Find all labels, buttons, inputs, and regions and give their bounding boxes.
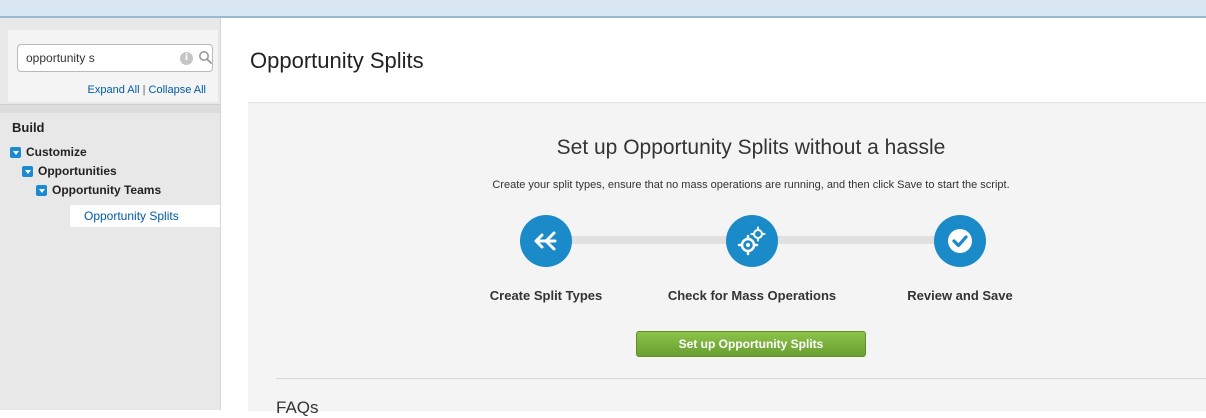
clear-search-icon[interactable]: i: [180, 52, 193, 65]
page-title: Opportunity Splits: [250, 48, 424, 73]
tree-item-customize[interactable]: Customize: [10, 145, 87, 159]
build-section-heading: Build: [12, 120, 45, 135]
panel-divider: [276, 378, 1206, 379]
quick-find-box[interactable]: i: [17, 44, 213, 72]
tree-item-label: Opportunities: [38, 164, 117, 178]
tree-item-label: Customize: [26, 145, 87, 159]
sidebar: i Expand All | Collapse All Build Custom…: [0, 18, 221, 410]
set-up-opportunity-splits-button[interactable]: Set up Opportunity Splits: [636, 331, 866, 357]
panel-heading: Set up Opportunity Splits without a hass…: [556, 136, 946, 159]
tree-item-opportunity-splits[interactable]: Opportunity Splits: [70, 205, 220, 227]
step-label: Create Split Types: [489, 288, 603, 303]
quick-find-panel: i Expand All | Collapse All: [8, 30, 218, 102]
gears-icon: [737, 226, 766, 256]
step-label: Check for Mass Operations: [667, 288, 837, 303]
faq-heading: FAQs: [276, 398, 319, 417]
expand-all-link[interactable]: Expand All: [88, 84, 140, 96]
tree-item-opportunity-teams[interactable]: Opportunity Teams: [36, 183, 161, 197]
expand-toggle-icon[interactable]: [22, 165, 33, 177]
expand-collapse-links: Expand All | Collapse All: [88, 84, 206, 96]
step-connector: [760, 236, 960, 244]
quick-find-input[interactable]: [26, 49, 166, 67]
expand-toggle-icon[interactable]: [36, 184, 47, 196]
link-separator: |: [142, 84, 146, 96]
checkmark-icon: [948, 229, 972, 253]
search-icon[interactable]: [198, 50, 212, 64]
panel-subtitle: Create your split types, ensure that no …: [492, 179, 1010, 191]
step-create-split-types: [520, 215, 572, 267]
step-label: Review and Save: [907, 288, 1013, 303]
collapse-all-link[interactable]: Collapse All: [149, 84, 206, 96]
step-connector: [546, 236, 746, 244]
sidebar-divider: [0, 104, 220, 113]
step-review-and-save: [934, 215, 986, 267]
split-arrows-icon: [534, 231, 557, 251]
step-check-mass-operations: [726, 215, 778, 267]
tree-item-label: Opportunity Teams: [52, 183, 162, 197]
expand-toggle-icon[interactable]: [10, 146, 21, 158]
setup-panel: Set up Opportunity Splits without a hass…: [248, 102, 1206, 417]
tree-item-opportunities[interactable]: Opportunities: [22, 164, 117, 178]
top-header-bar: [0, 0, 1206, 18]
